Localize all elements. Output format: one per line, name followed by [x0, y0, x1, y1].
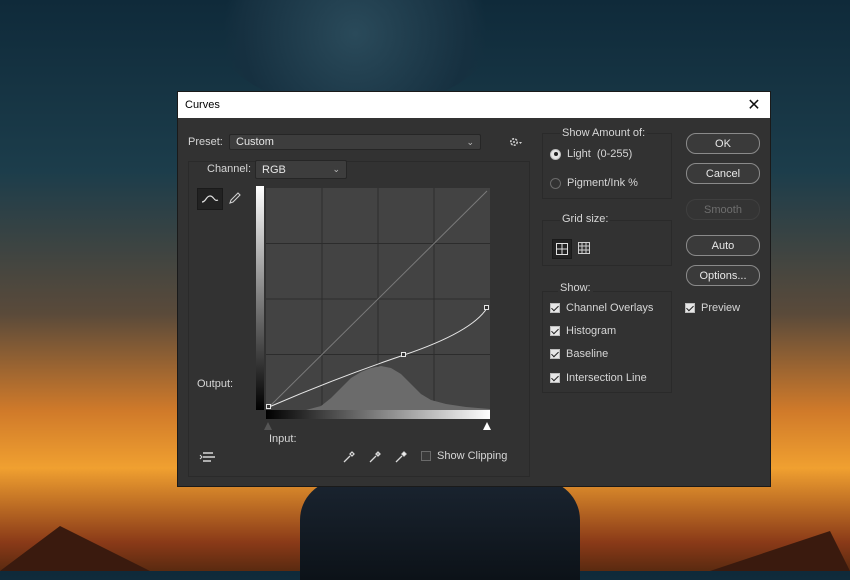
- simple-grid-button[interactable]: [552, 239, 572, 259]
- channel-dropdown[interactable]: RGB ⌄: [255, 160, 347, 179]
- histogram: [306, 366, 490, 410]
- white-point-eyedropper[interactable]: [392, 449, 410, 465]
- output-gradient-bar: [256, 186, 264, 410]
- intersection-line-label: Intersection Line: [566, 372, 647, 384]
- dialog-title: Curves: [185, 99, 220, 111]
- baseline-checkbox[interactable]: [550, 349, 560, 359]
- pigment-radio-option[interactable]: Pigment/Ink %: [550, 177, 638, 189]
- intersection-line-option[interactable]: Intersection Line: [550, 372, 647, 384]
- channel-overlays-option[interactable]: Channel Overlays: [550, 302, 653, 314]
- curves-graph-svg: [266, 188, 490, 410]
- pigment-radio[interactable]: [550, 177, 561, 189]
- show-amount-group: [542, 133, 672, 199]
- ok-button[interactable]: OK: [686, 133, 760, 154]
- channel-overlays-label: Channel Overlays: [566, 302, 654, 314]
- grid-simple-icon: [556, 243, 568, 255]
- eyedropper-white-icon: [395, 451, 407, 463]
- pencil-tool[interactable]: [225, 188, 245, 208]
- light-label: Light: [567, 148, 591, 160]
- grid-detailed-icon: [578, 242, 590, 254]
- preview-checkbox[interactable]: [685, 303, 695, 313]
- show-amount-heading: Show Amount of:: [560, 127, 648, 139]
- preset-options-button[interactable]: [508, 135, 524, 149]
- input-label: Input:: [269, 433, 297, 445]
- eyedropper-black-icon: [343, 451, 355, 463]
- options-button[interactable]: Options...: [686, 265, 760, 286]
- show-clipping-label: Show Clipping: [437, 450, 508, 462]
- chevron-down-icon: ⌄: [466, 136, 474, 147]
- pencil-icon: [229, 192, 241, 204]
- baseline-label: Baseline: [566, 348, 609, 360]
- curve-point-black: [266, 404, 271, 409]
- curve-tool-icon: [201, 195, 219, 203]
- grid-size-heading: Grid size:: [560, 213, 611, 225]
- light-radio-option[interactable]: Light (0-255): [550, 148, 632, 160]
- output-label: Output:: [197, 378, 234, 390]
- show-clipping-checkbox[interactable]: [421, 451, 431, 461]
- gear-icon: [509, 137, 522, 147]
- channel-overlays-checkbox[interactable]: [550, 303, 560, 313]
- chevron-down-icon: ⌄: [332, 164, 340, 174]
- smooth-button[interactable]: Smooth: [686, 199, 760, 220]
- black-point-eyedropper[interactable]: [340, 449, 358, 465]
- title-bar: Curves ✕: [178, 92, 770, 118]
- cancel-button[interactable]: Cancel: [686, 163, 760, 184]
- on-image-adjust-tool[interactable]: [198, 449, 218, 465]
- close-icon: ✕: [747, 97, 761, 114]
- light-radio[interactable]: [550, 148, 561, 160]
- auto-button[interactable]: Auto: [686, 235, 760, 256]
- white-point-slider[interactable]: [483, 422, 491, 430]
- hand-adjust-icon: [199, 452, 215, 462]
- curve-point-tool[interactable]: [197, 188, 223, 210]
- detailed-grid-button[interactable]: [575, 239, 593, 257]
- background-mountain-left: [0, 526, 150, 571]
- light-range-label: (0-255): [596, 148, 633, 160]
- preview-label: Preview: [701, 302, 741, 314]
- background-mountain-right: [710, 531, 850, 571]
- preset-label: Preset:: [188, 136, 223, 148]
- curve-point-mid: [401, 352, 406, 357]
- curve-point-white: [484, 305, 489, 310]
- curves-dialog: Curves ✕ Preset: Custom ⌄ Channel: RGB ⌄…: [178, 92, 770, 486]
- histogram-checkbox[interactable]: [550, 326, 560, 336]
- intersection-line-checkbox[interactable]: [550, 373, 560, 383]
- gray-point-eyedropper[interactable]: [366, 449, 384, 465]
- curves-graph[interactable]: [266, 188, 490, 410]
- preview-option[interactable]: Preview: [685, 302, 740, 314]
- channel-value: RGB: [262, 163, 286, 176]
- input-gradient-bar: [266, 410, 490, 419]
- show-heading: Show:: [558, 282, 593, 294]
- black-point-slider[interactable]: [264, 422, 272, 430]
- pigment-label: Pigment/Ink %: [567, 177, 638, 189]
- histogram-option[interactable]: Histogram: [550, 325, 616, 337]
- baseline-option[interactable]: Baseline: [550, 348, 608, 360]
- histogram-label: Histogram: [566, 325, 617, 337]
- channel-label: Channel:: [207, 163, 252, 175]
- show-clipping-option[interactable]: Show Clipping: [421, 450, 507, 462]
- preset-value: Custom: [236, 136, 274, 148]
- close-button[interactable]: ✕: [738, 92, 770, 118]
- eyedropper-gray-icon: [369, 451, 381, 463]
- background-figure: [300, 480, 580, 580]
- preset-dropdown[interactable]: Custom ⌄: [229, 134, 481, 150]
